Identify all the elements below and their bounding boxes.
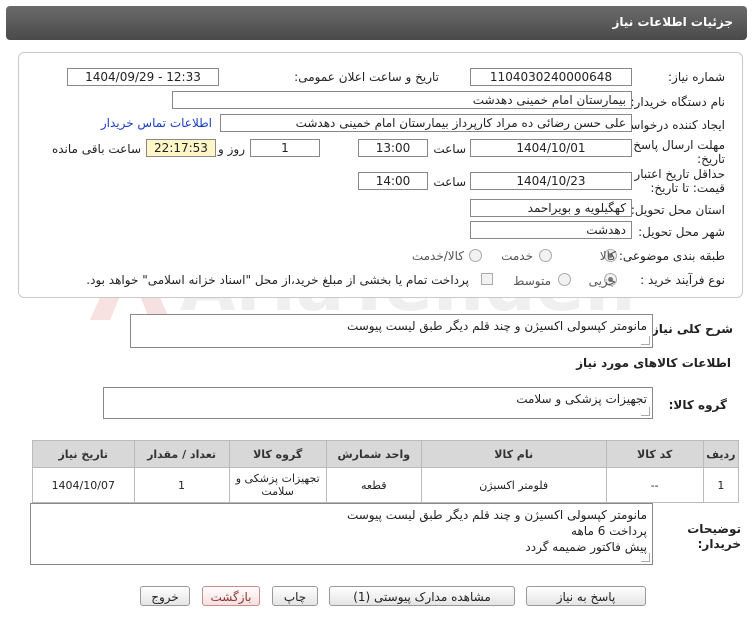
cell-qty: 1 <box>133 467 230 503</box>
resize-grip-icon[interactable] <box>641 336 650 345</box>
reply-date-field[interactable]: 1404/10/01 <box>470 139 632 157</box>
cell-unit: قطعه <box>325 467 422 503</box>
days-field[interactable]: 1 <box>250 139 320 157</box>
payment-note: پرداخت تمام یا بخشی از مبلغ خرید،از محل … <box>86 273 469 287</box>
radio-goods-service[interactable] <box>469 249 482 262</box>
validity-date-field[interactable]: 1404/10/23 <box>470 172 632 190</box>
print-button[interactable]: چاپ <box>272 586 318 606</box>
buyer-notes-textarea[interactable]: مانومتر کپسولی اکسیژن و چند قلم دیگر طبق… <box>30 503 653 565</box>
buyer-notes-line: پیش فاکتور ضمیمه گردد <box>525 540 647 554</box>
resize-grip-icon[interactable] <box>641 553 650 562</box>
reply-deadline-label-2: تاریخ: <box>697 152 725 166</box>
cell-name: فلومتر اکسیژن <box>420 467 607 503</box>
category-label: طبقه بندی موضوعی: <box>618 249 725 263</box>
general-desc-label: شرح کلی نیاز: <box>647 322 733 336</box>
reply-deadline-label-1: مهلت ارسال پاسخ: تا <box>618 138 725 152</box>
col-group: گروه کالا <box>228 440 327 468</box>
cell-date: 1404/10/07 <box>32 467 135 503</box>
cell-row: 1 <box>702 467 740 503</box>
radio-medium[interactable] <box>558 273 571 286</box>
page-title: جزئیات اطلاعات نیاز <box>612 15 733 29</box>
radio-minor-label: جزیی <box>588 274 616 288</box>
goods-info-title: اطلاعات کالاهای مورد نیاز <box>576 356 731 370</box>
validity-label-2: قیمت: تا تاریخ: <box>650 181 725 195</box>
col-row: ردیف <box>702 440 740 468</box>
goods-group-textarea[interactable]: تجهیزات پزشکی و سلامت <box>103 387 653 419</box>
reply-button[interactable]: پاسخ به نیاز <box>526 586 646 606</box>
col-name: نام کالا <box>420 440 607 468</box>
goods-group-text: تجهیزات پزشکی و سلامت <box>516 392 647 406</box>
announce-label: تاریخ و ساعت اعلان عمومی: <box>294 70 439 84</box>
need-number-field[interactable]: 1104030240000648 <box>470 68 632 86</box>
validity-label-1: حداقل تاریخ اعتبار <box>634 167 725 181</box>
buyer-notes-label-2: خریدار: <box>697 537 741 551</box>
radio-medium-label: متوسط <box>513 274 551 288</box>
days-label: روز و <box>218 142 245 156</box>
attachments-button[interactable]: مشاهده مدارک پیوستی (1) <box>329 586 515 606</box>
col-qty: تعداد / مقدار <box>133 440 230 468</box>
contact-buyer-link[interactable]: اطلاعات تماس خریدار <box>101 116 212 130</box>
province-field[interactable]: کهگیلویه و بویراحمد <box>470 199 632 217</box>
radio-service[interactable] <box>539 249 552 262</box>
remaining-time-label: ساعت باقی مانده <box>51 142 141 156</box>
validity-time-field[interactable]: 14:00 <box>358 172 428 190</box>
remaining-time-field: 22:17:53 <box>146 139 216 157</box>
col-date: تاریخ نیاز <box>32 440 135 468</box>
buyer-notes-label-1: توضیحات <box>687 522 741 536</box>
title-bar: جزئیات اطلاعات نیاز <box>6 6 747 40</box>
validity-time-label: ساعت <box>433 175 466 189</box>
cell-code: -- <box>605 467 704 503</box>
city-field[interactable]: دهدشت <box>470 221 632 239</box>
buyer-field[interactable]: بیمارستان امام خمینی دهدشت <box>172 91 632 109</box>
announce-field[interactable]: 1404/09/29 - 12:33 <box>67 68 219 86</box>
col-unit: واحد شمارش <box>325 440 422 468</box>
buyer-notes-line: پرداخت 6 ماهه <box>571 524 647 538</box>
exit-button[interactable]: خروج <box>140 586 190 606</box>
table-row[interactable]: 1 -- فلومتر اکسیژن قطعه تجهیزات پزشکی و … <box>32 467 740 503</box>
need-number-label: شماره نیاز: <box>668 70 725 84</box>
goods-group-label: گروه کالا: <box>668 398 727 412</box>
back-button[interactable]: بازگشت <box>202 586 260 606</box>
table-header-row: ردیف کد کالا نام کالا واحد شمارش گروه کا… <box>32 440 740 468</box>
general-desc-text: مانومتر کپسولی اکسیژن و چند قلم دیگر طبق… <box>346 319 647 333</box>
city-label: شهر محل تحویل: <box>638 225 725 239</box>
radio-goods-label: کالا <box>599 249 616 263</box>
treasury-checkbox[interactable] <box>481 273 493 285</box>
buyer-notes-line: مانومتر کپسولی اکسیژن و چند قلم دیگر طبق… <box>346 508 647 522</box>
buyer-label: نام دستگاه خریدار: <box>630 95 726 109</box>
items-table: ردیف کد کالا نام کالا واحد شمارش گروه کا… <box>32 440 740 503</box>
col-code: کد کالا <box>605 440 704 468</box>
cell-group: تجهیزات پزشکی و سلامت <box>228 467 327 503</box>
radio-goods-service-label: کالا/خدمت <box>411 249 464 263</box>
reply-time-field[interactable]: 13:00 <box>358 139 428 157</box>
creator-field[interactable]: علی حسن رضائی ده مراد کارپرداز بیمارستان… <box>220 114 632 132</box>
reply-time-label: ساعت <box>433 142 466 156</box>
process-label: نوع فرآیند خرید : <box>640 273 725 287</box>
radio-service-label: خدمت <box>501 249 533 263</box>
resize-grip-icon[interactable] <box>641 407 650 416</box>
province-label: استان محل تحویل: <box>630 203 725 217</box>
general-desc-textarea[interactable]: مانومتر کپسولی اکسیژن و چند قلم دیگر طبق… <box>130 314 653 348</box>
